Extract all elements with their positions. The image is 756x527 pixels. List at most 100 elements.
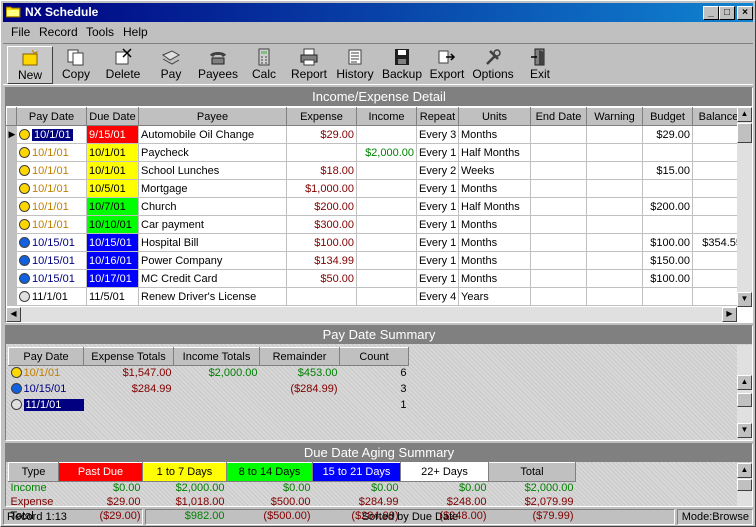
end-date-cell[interactable] bbox=[530, 215, 587, 234]
expense-cell[interactable]: $50.00 bbox=[286, 269, 357, 288]
pay-date-cell[interactable]: 10/1/01 bbox=[16, 215, 87, 234]
backup-button[interactable]: Backup bbox=[379, 46, 425, 84]
column-header-income[interactable]: Income bbox=[356, 107, 417, 126]
column-header-end-date[interactable]: End Date bbox=[530, 107, 587, 126]
table-row[interactable]: 10/1/01 10/1/01 Paycheck $2,000.00 Every 1 Ha… bbox=[6, 143, 737, 162]
column-header-pay-date[interactable]: Pay Date bbox=[8, 347, 84, 366]
income-cell[interactable] bbox=[356, 161, 417, 180]
calc-button[interactable]: Calc bbox=[241, 46, 287, 84]
due-date-cell[interactable]: 10/1/01 bbox=[86, 161, 139, 180]
warning-cell[interactable] bbox=[586, 161, 643, 180]
warning-cell[interactable] bbox=[586, 215, 643, 234]
warning-cell[interactable] bbox=[586, 125, 643, 144]
income-cell[interactable] bbox=[356, 179, 417, 198]
budget-cell[interactable]: $150.00 bbox=[642, 251, 693, 270]
aging-column-type[interactable]: Type bbox=[8, 462, 59, 482]
payees-button[interactable]: Payees bbox=[195, 46, 241, 84]
units-cell[interactable]: Half Months bbox=[458, 143, 531, 162]
budget-cell[interactable] bbox=[642, 179, 693, 198]
end-date-cell[interactable] bbox=[530, 251, 587, 270]
aging-column-15-to-21-days[interactable]: 15 to 21 Days bbox=[312, 462, 401, 482]
aging-column-past-due[interactable]: Past Due bbox=[58, 462, 143, 482]
table-row[interactable]: 10/1/01 10/5/01 Mortgage $1,000.00 Every 1 Mo… bbox=[6, 179, 737, 198]
payee-cell[interactable]: Automobile Oil Change bbox=[138, 125, 287, 144]
payee-cell[interactable]: Hospital Bill bbox=[138, 233, 287, 252]
detail-horizontal-scrollbar[interactable]: ◀ ▶ bbox=[6, 307, 737, 322]
budget-cell[interactable]: $100.00 bbox=[642, 233, 693, 252]
repeat-cell[interactable]: Every 2 bbox=[416, 161, 459, 180]
pay-date-cell[interactable]: 10/1/01 bbox=[16, 161, 87, 180]
pay-button[interactable]: Pay bbox=[148, 46, 194, 84]
balance-cell[interactable] bbox=[692, 197, 737, 216]
end-date-cell[interactable] bbox=[530, 269, 587, 288]
aging-vertical-scrollbar[interactable]: ▲ bbox=[737, 463, 752, 506]
table-row[interactable]: 11/1/01 11/5/01 Renew Driver's License Ever… bbox=[6, 287, 737, 306]
pay-date-cell[interactable]: 11/1/01 bbox=[16, 287, 87, 306]
due-date-cell[interactable]: 10/16/01 bbox=[86, 251, 139, 270]
balance-cell[interactable] bbox=[692, 125, 737, 144]
pay-date-cell[interactable]: 10/15/01 bbox=[16, 233, 87, 252]
balance-cell[interactable]: $354.55 bbox=[692, 233, 737, 252]
payee-cell[interactable]: Power Company bbox=[138, 251, 287, 270]
balance-cell[interactable] bbox=[692, 251, 737, 270]
payee-cell[interactable]: Paycheck bbox=[138, 143, 287, 162]
units-cell[interactable]: Months bbox=[458, 269, 531, 288]
pay-date-cell[interactable]: 10/1/01 bbox=[16, 197, 87, 216]
aging-column-total[interactable]: Total bbox=[488, 462, 576, 482]
repeat-cell[interactable]: Every 1 bbox=[416, 143, 459, 162]
due-date-cell[interactable]: 11/5/01 bbox=[86, 287, 139, 306]
expense-cell[interactable]: $18.00 bbox=[286, 161, 357, 180]
budget-cell[interactable]: $200.00 bbox=[642, 197, 693, 216]
income-cell[interactable] bbox=[356, 197, 417, 216]
balance-cell[interactable] bbox=[692, 269, 737, 288]
column-header-payee[interactable]: Payee bbox=[138, 107, 287, 126]
scroll-down-arrow-icon[interactable]: ▼ bbox=[737, 423, 752, 438]
pay-date-cell[interactable]: 10/1/01 bbox=[16, 179, 87, 198]
end-date-cell[interactable] bbox=[530, 233, 587, 252]
warning-cell[interactable] bbox=[586, 179, 643, 198]
income-cell[interactable] bbox=[356, 233, 417, 252]
payee-cell[interactable]: School Lunches bbox=[138, 161, 287, 180]
expense-cell[interactable]: $1,000.00 bbox=[286, 179, 357, 198]
report-button[interactable]: Report bbox=[286, 46, 332, 84]
expense-cell[interactable]: $134.99 bbox=[286, 251, 357, 270]
export-button[interactable]: Export bbox=[424, 46, 470, 84]
expense-cell[interactable] bbox=[286, 143, 357, 162]
units-cell[interactable]: Weeks bbox=[458, 161, 531, 180]
end-date-cell[interactable] bbox=[530, 125, 587, 144]
budget-cell[interactable]: $15.00 bbox=[642, 161, 693, 180]
scroll-thumb[interactable] bbox=[737, 393, 752, 407]
budget-cell[interactable]: $100.00 bbox=[642, 269, 693, 288]
column-header-expense[interactable]: Expense bbox=[286, 107, 357, 126]
options-button[interactable]: Options bbox=[470, 46, 516, 84]
column-header-due-date[interactable]: Due Date bbox=[86, 107, 139, 126]
repeat-cell[interactable]: Every 3 bbox=[416, 125, 459, 144]
scroll-down-arrow-icon[interactable]: ▼ bbox=[737, 292, 752, 307]
expense-cell[interactable]: $29.00 bbox=[286, 125, 357, 144]
pay-date-cell[interactable]: 10/1/01 bbox=[9, 366, 84, 382]
income-cell[interactable] bbox=[356, 287, 417, 306]
pay-summary-vertical-scrollbar[interactable]: ▲ ▼ bbox=[737, 345, 752, 440]
pay-summary-row[interactable]: 10/15/01 $284.99 ($284.99) 3 bbox=[9, 382, 409, 398]
warning-cell[interactable] bbox=[586, 269, 643, 288]
warning-cell[interactable] bbox=[586, 197, 643, 216]
balance-cell[interactable] bbox=[692, 179, 737, 198]
exit-button[interactable]: Exit bbox=[517, 46, 563, 84]
pay-date-cell[interactable]: 11/1/01 bbox=[9, 398, 84, 414]
detail-vertical-scrollbar[interactable]: ▲ ▼ bbox=[737, 107, 752, 307]
column-header-units[interactable]: Units bbox=[458, 107, 531, 126]
units-cell[interactable]: Months bbox=[458, 215, 531, 234]
warning-cell[interactable] bbox=[586, 233, 643, 252]
due-date-cell[interactable]: 10/17/01 bbox=[86, 269, 139, 288]
column-header-pay-date[interactable]: Pay Date bbox=[16, 107, 87, 126]
due-date-cell[interactable]: 10/7/01 bbox=[86, 197, 139, 216]
expense-cell[interactable]: $200.00 bbox=[286, 197, 357, 216]
aging-column-1-to-7-days[interactable]: 1 to 7 Days bbox=[142, 462, 227, 482]
budget-cell[interactable] bbox=[642, 215, 693, 234]
expense-cell[interactable] bbox=[286, 287, 357, 306]
due-date-cell[interactable]: 9/15/01 bbox=[86, 125, 139, 144]
column-header-balance[interactable]: Balance bbox=[692, 107, 737, 126]
income-cell[interactable] bbox=[356, 125, 417, 144]
copy-button[interactable]: Copy bbox=[53, 46, 99, 84]
table-row[interactable]: 10/15/01 10/15/01 Hospital Bill $100.00 Ever… bbox=[6, 233, 737, 252]
